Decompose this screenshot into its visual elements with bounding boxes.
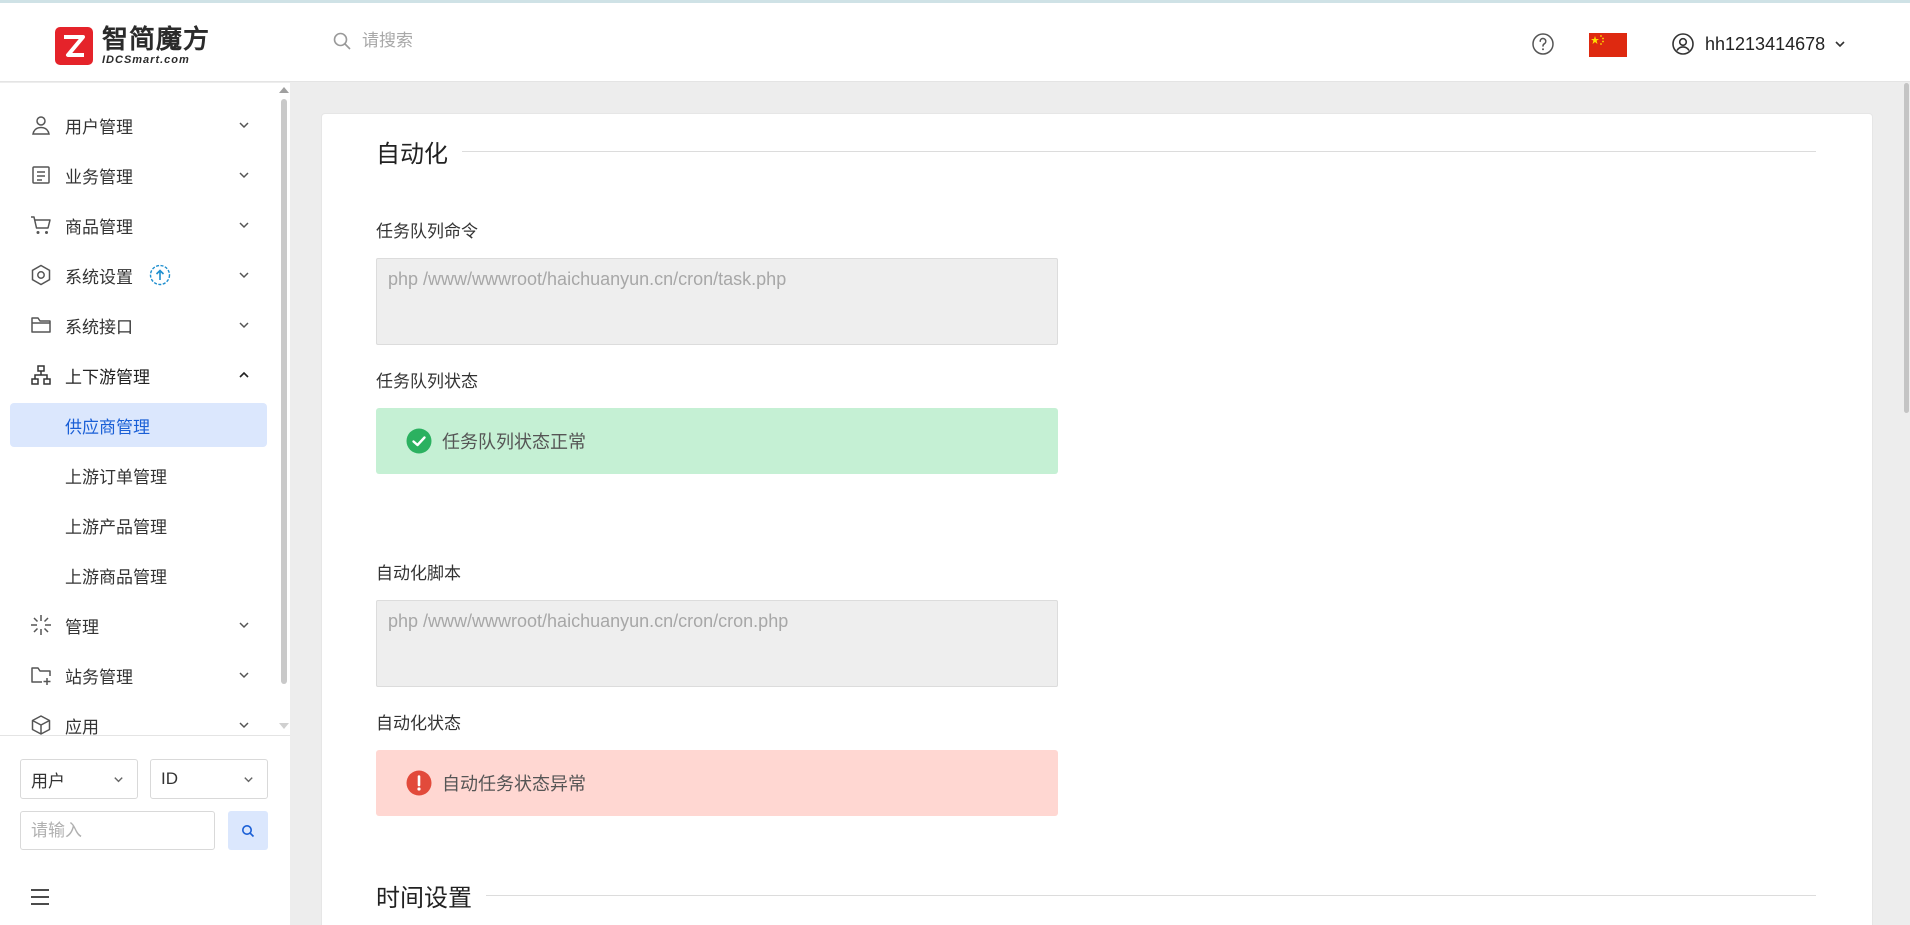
search-icon (333, 32, 351, 50)
folder-icon (31, 317, 51, 333)
task-queue-cmd-value: php /www/wwwroot/haichuanyun.cn/cron/tas… (388, 269, 787, 289)
global-search-input[interactable] (362, 31, 662, 51)
sidebar-quick-search: 用户 ID (0, 735, 290, 925)
sidebar-search-input[interactable] (20, 811, 215, 850)
search-field-value: ID (161, 769, 178, 788)
sidebar-item-business-management[interactable]: 业务管理 (10, 153, 267, 197)
auto-status-label: 自动化状态 (376, 714, 461, 733)
sidebar-item-manage[interactable]: 管理 (10, 603, 267, 647)
section-title: 自动化 (376, 141, 448, 168)
cube-icon (31, 715, 51, 735)
cart-icon (31, 216, 51, 234)
sidebar-item-label: 系统接口 (65, 317, 133, 337)
sidebar-item-upstream-products[interactable]: 上游产品管理 (10, 503, 267, 547)
sidebar-item-system-settings[interactable]: 系统设置 (10, 253, 267, 297)
error-circle-icon (406, 770, 432, 796)
help-icon[interactable] (1531, 32, 1555, 56)
sidebar-item-upstream-goods[interactable]: 上游商品管理 (10, 553, 267, 597)
sidebar: 用户管理 业务管理 商品管理 系统设置 系统接口 上下游管理 供应商管理 上游订… (0, 83, 290, 925)
sidebar-item-label: 商品管理 (65, 217, 133, 237)
sidebar-search-button[interactable] (228, 811, 268, 850)
sidebar-item-label: 管理 (65, 617, 99, 637)
sidebar-item-site-management[interactable]: 站务管理 (10, 653, 267, 697)
chevron-down-icon (239, 622, 249, 629)
upgrade-icon[interactable] (149, 264, 171, 286)
auto-script-label: 自动化脚本 (376, 564, 461, 583)
hexagon-settings-icon (31, 264, 51, 286)
sidebar-item-label: 应用 (65, 717, 99, 736)
sidebar-item-label: 用户管理 (65, 117, 133, 137)
section-title: 时间设置 (376, 885, 472, 912)
top-header: 智简魔方 IDCSmart.com hh1213414678 (0, 3, 1910, 82)
sidebar-item-label: 上下游管理 (65, 367, 150, 387)
scroll-down-arrow-icon[interactable] (279, 723, 289, 729)
section-divider (462, 151, 1816, 152)
task-queue-status-text: 任务队列状态正常 (442, 432, 586, 452)
sidebar-menu: 用户管理 业务管理 商品管理 系统设置 系统接口 上下游管理 供应商管理 上游订… (0, 83, 280, 735)
section-divider (486, 895, 1816, 896)
chevron-down-icon (239, 272, 249, 279)
logo[interactable]: 智简魔方 IDCSmart.com (54, 25, 244, 67)
chevron-down-icon (239, 322, 249, 329)
auto-status-text: 自动任务状态异常 (442, 774, 586, 794)
section-automation: 自动化 (376, 134, 1816, 169)
auto-script-cmd-field[interactable]: php /www/wwwroot/haichuanyun.cn/cron/cro… (376, 600, 1058, 687)
document-icon (32, 166, 50, 184)
auto-script-cmd-value: php /www/wwwroot/haichuanyun.cn/cron/cro… (388, 611, 789, 631)
sidebar-item-system-interface[interactable]: 系统接口 (10, 303, 267, 347)
chevron-down-icon (239, 122, 249, 129)
chevron-down-icon (239, 222, 249, 229)
sidebar-scroll-thumb[interactable] (281, 99, 287, 684)
sidebar-item-user-management[interactable]: 用户管理 (10, 103, 267, 147)
chevron-down-icon (244, 776, 253, 782)
language-flag-icon[interactable] (1589, 33, 1627, 57)
sidebar-item-label: 系统设置 (65, 267, 133, 287)
username: hh1213414678 (1705, 33, 1826, 54)
sidebar-item-label: 上游订单管理 (65, 467, 167, 487)
auto-status-badge: 自动任务状态异常 (376, 750, 1058, 816)
sidebar-item-label: 业务管理 (65, 167, 133, 187)
logo-en: IDCSmart.com (102, 54, 190, 66)
folder-plus-icon (31, 667, 51, 685)
task-queue-cmd-field[interactable]: php /www/wwwroot/haichuanyun.cn/cron/tas… (376, 258, 1058, 345)
search-field-select[interactable]: ID (150, 759, 268, 799)
logo-text: 智简魔方 IDCSmart.com (102, 26, 210, 66)
search-type-value: 用户 (31, 771, 65, 791)
sidebar-item-label: 供应商管理 (65, 417, 150, 437)
chevron-down-icon (239, 722, 249, 729)
task-queue-status-label: 任务队列状态 (376, 372, 478, 391)
task-queue-status-badge: 任务队列状态正常 (376, 408, 1058, 474)
sidebar-item-supplier-management[interactable]: 供应商管理 (10, 403, 267, 447)
user-avatar-icon (1672, 33, 1694, 55)
sidebar-item-upstream-downstream[interactable]: 上下游管理 (10, 353, 267, 397)
sparkle-icon (31, 615, 51, 635)
sidebar-item-apps[interactable]: 应用 (10, 703, 267, 735)
search-type-select[interactable]: 用户 (20, 759, 138, 799)
automation-settings-card: 自动化 任务队列命令 php /www/wwwroot/haichuanyun.… (321, 113, 1873, 925)
network-icon (31, 365, 51, 385)
logo-mark-icon (55, 27, 93, 65)
chevron-down-icon (239, 172, 249, 179)
chevron-up-icon (239, 371, 249, 378)
check-circle-icon (406, 428, 432, 454)
sidebar-item-upstream-orders[interactable]: 上游订单管理 (10, 453, 267, 497)
main-scrollbar[interactable] (1903, 83, 1910, 925)
main-scroll-thumb[interactable] (1904, 83, 1909, 413)
sidebar-item-label: 上游产品管理 (65, 517, 167, 537)
menu-collapse-icon[interactable] (30, 888, 50, 906)
chevron-down-icon (1835, 41, 1845, 48)
chevron-down-icon (239, 672, 249, 679)
search-icon (242, 824, 255, 837)
logo-cn: 智简魔方 (102, 25, 211, 55)
section-time-settings: 时间设置 (376, 878, 1816, 913)
task-queue-cmd-label: 任务队列命令 (376, 222, 478, 241)
scroll-up-arrow-icon[interactable] (279, 87, 289, 93)
global-search (332, 31, 662, 51)
sidebar-item-label: 站务管理 (65, 667, 133, 687)
user-icon (32, 116, 50, 135)
chevron-down-icon (114, 776, 123, 782)
sidebar-item-label: 上游商品管理 (65, 567, 167, 587)
sidebar-item-product-management[interactable]: 商品管理 (10, 203, 267, 247)
user-menu[interactable]: hh1213414678 (1671, 32, 1847, 56)
